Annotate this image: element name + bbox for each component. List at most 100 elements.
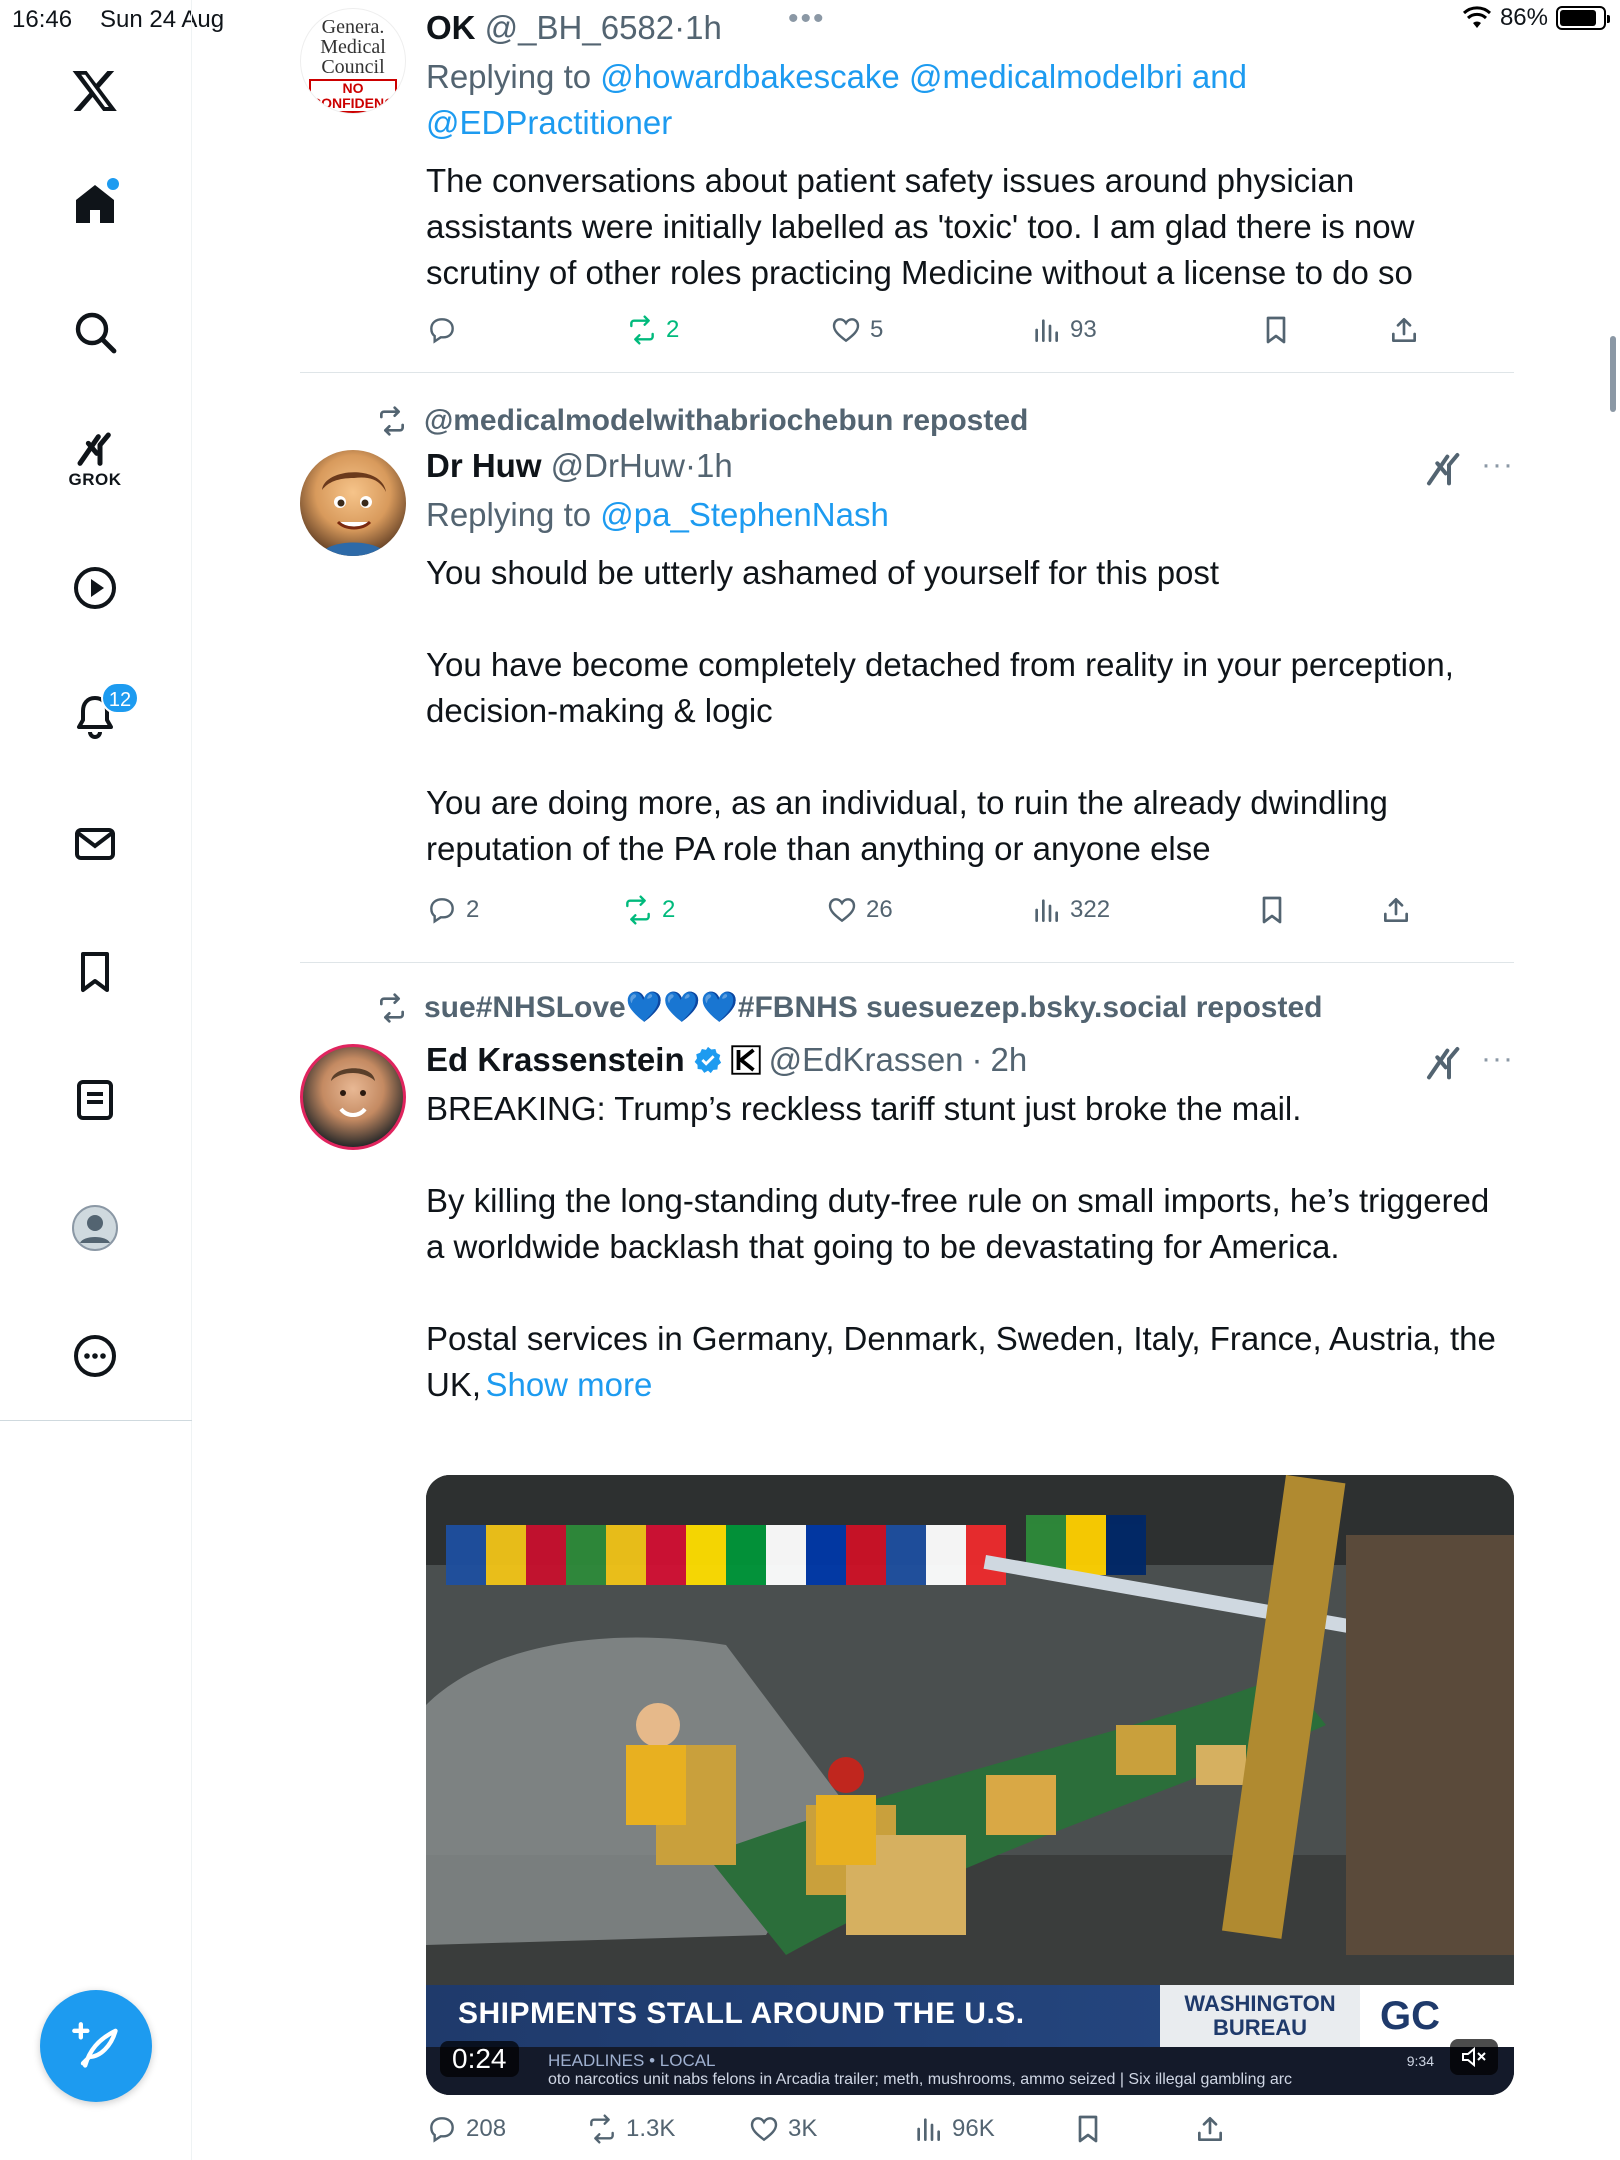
share-button[interactable]: [1380, 894, 1412, 926]
bookmarks-icon[interactable]: [55, 932, 135, 1012]
reply-button[interactable]: [426, 314, 458, 346]
post-time[interactable]: 1h: [696, 447, 733, 484]
bookmark-button[interactable]: [1260, 314, 1292, 346]
stamp-line: CONFIDENCE: [311, 95, 404, 111]
views-chart-icon: [1035, 899, 1058, 922]
ticker-label: HEADLINES • LOCAL: [548, 2051, 716, 2070]
separator: ·: [971, 1041, 983, 1078]
share-icon: [1198, 2117, 1222, 2141]
notifications-bell-icon[interactable]: 12: [55, 676, 139, 756]
ed-krassenstein-avatar[interactable]: [300, 1044, 406, 1150]
tweet-content: Ed Krassenstein @EdKrassen · 2h ··· BREAKI…: [426, 1038, 1514, 1408]
views-button[interactable]: 93: [1030, 314, 1097, 346]
repost-icon: [626, 895, 650, 925]
home-icon[interactable]: [55, 164, 135, 244]
share-icon: [1384, 898, 1408, 922]
views-chart-icon: [917, 2118, 940, 2141]
reposted-by: sue#NHSLove💙💙💙#FBNHS suesuezep.bsky.soci…: [376, 990, 1322, 1025]
tweet-video[interactable]: SHIPMENTS STALL AROUND THE U.S. WASHINGT…: [426, 1475, 1514, 2095]
ticker-text: oto narcotics unit nabs felons in Arcadi…: [548, 2071, 1293, 2088]
lists-icon[interactable]: [55, 1060, 135, 1140]
tweet-header: OK @_BH_6582·1h: [426, 6, 1514, 50]
show-more-link[interactable]: Show more: [485, 1366, 652, 1403]
news-ticker: HEADLINES • LOCAL oto narcotics unit nab…: [426, 2047, 1514, 2095]
author-handle[interactable]: @_BH_6582: [485, 9, 674, 46]
post-time[interactable]: 1h: [685, 9, 722, 46]
repost-icon: [630, 315, 654, 345]
like-count: 26: [866, 896, 893, 923]
grok-explain-icon[interactable]: [1424, 450, 1464, 490]
no-confidence-stamp: NO CONFIDENCE: [309, 79, 404, 113]
dr-huw-avatar[interactable]: [300, 450, 406, 556]
x-logo-icon[interactable]: [55, 50, 135, 130]
tweet-header: Ed Krassenstein @EdKrassen · 2h: [426, 1038, 1514, 1082]
bookmark-button[interactable]: [1256, 894, 1288, 926]
like-button[interactable]: 5: [830, 314, 883, 346]
author-name[interactable]: Dr Huw: [426, 447, 542, 484]
man-face-icon: [331, 1068, 375, 1117]
repost-button[interactable]: 2: [622, 894, 675, 926]
view-count: 322: [1070, 896, 1111, 923]
reply-icon: [430, 2117, 454, 2143]
tweet-content: Dr Huw @DrHuw·1h ··· Replying to @pa_Ste…: [426, 444, 1514, 872]
gmc-no-confidence-avatar[interactable]: Genera. Medical Council NO CONFIDENCE: [300, 8, 406, 114]
like-button[interactable]: 26: [826, 894, 893, 926]
reposted-by-text[interactable]: sue#NHSLove💙💙💙#FBNHS suesuezep.bsky.soci…: [424, 990, 1322, 1025]
grok-explain-icon[interactable]: [1424, 1044, 1464, 1084]
author-name[interactable]: Ed Krassenstein: [426, 1038, 685, 1082]
repost-count: 2: [662, 896, 676, 923]
reply-button[interactable]: 208: [426, 2113, 506, 2145]
repost-count: 1.3K: [626, 2115, 676, 2142]
sidebar-divider: [0, 1420, 192, 1421]
views-button[interactable]: 96K: [912, 2113, 995, 2145]
views-chart-icon: [1035, 319, 1058, 342]
compose-feather-icon: [72, 2022, 118, 2068]
messages-envelope-icon[interactable]: [55, 804, 135, 884]
tweet-text: You should be utterly ashamed of yoursel…: [426, 554, 1454, 867]
compose-post-button[interactable]: [40, 1990, 152, 2102]
author-handle[interactable]: @DrHuw: [551, 447, 685, 484]
reposted-by: @medicalmodelwithabriochebun reposted: [376, 404, 1028, 438]
tweet-actions: 2 2 26 322: [426, 894, 1426, 934]
video-play-icon[interactable]: [55, 548, 135, 628]
author-handle[interactable]: @EdKrassen: [769, 1038, 964, 1082]
separator: ·: [674, 9, 686, 46]
bookmark-button[interactable]: [1072, 2113, 1104, 2145]
more-options-icon[interactable]: [55, 1316, 135, 1396]
reply-button[interactable]: 2: [426, 894, 479, 926]
mute-button[interactable]: [1450, 2039, 1498, 2075]
profile-avatar-icon[interactable]: [55, 1188, 135, 1268]
views-button[interactable]: 322: [1030, 894, 1110, 926]
post-time[interactable]: 2h: [991, 1038, 1028, 1082]
reposted-by-text[interactable]: @medicalmodelwithabriochebun reposted: [424, 404, 1028, 438]
heart-icon: [828, 898, 856, 923]
like-button[interactable]: 3K: [748, 2113, 817, 2145]
heart-icon: [750, 2117, 778, 2142]
more-menu-icon[interactable]: ···: [1481, 448, 1514, 482]
bookmark-icon: [1078, 2115, 1098, 2143]
news-logo: GC: [1360, 1985, 1514, 2047]
more-menu-icon[interactable]: ···: [1481, 1042, 1514, 1076]
search-icon[interactable]: [55, 292, 135, 372]
timeline-feed: Genera. Medical Council NO CONFIDENCE OK…: [300, 0, 1514, 2160]
share-button[interactable]: [1388, 314, 1420, 346]
cartoon-face-icon: [320, 472, 388, 556]
reply-count: 2: [466, 896, 480, 923]
share-button[interactable]: [1194, 2113, 1226, 2145]
grok-icon: [77, 432, 111, 466]
tweet-divider: [300, 372, 1514, 373]
news-lower-third: SHIPMENTS STALL AROUND THE U.S. WASHINGT…: [426, 1985, 1514, 2047]
repost-button[interactable]: 1.3K: [586, 2113, 675, 2145]
avatar-text-line: Medical: [320, 36, 386, 58]
replying-to-handles[interactable]: @pa_StephenNash: [600, 496, 889, 533]
grok-nav[interactable]: GROK: [55, 420, 135, 500]
replying-prefix: Replying to: [426, 58, 592, 95]
scrollbar[interactable]: [1610, 336, 1616, 412]
repost-button[interactable]: 2: [626, 314, 679, 346]
view-count: 93: [1070, 316, 1097, 343]
tweet-divider: [300, 962, 1514, 963]
tweet-content: OK @_BH_6582·1h Replying to @howardbakes…: [426, 6, 1514, 296]
author-name[interactable]: OK: [426, 9, 476, 46]
speaker-muted-icon: [1462, 2046, 1486, 2068]
reply-icon: [430, 318, 454, 344]
